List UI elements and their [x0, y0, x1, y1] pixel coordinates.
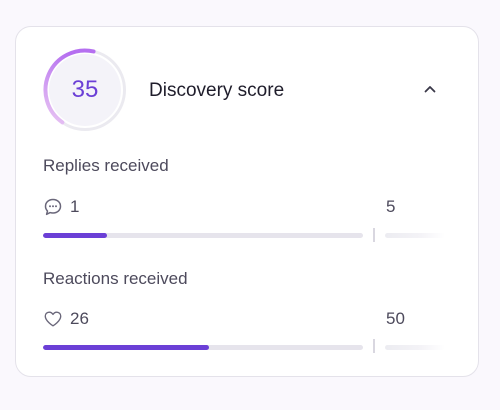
replies-next-tier-bar	[385, 233, 445, 238]
replies-progress-bar	[43, 233, 363, 238]
discovery-score-card: 35 Discovery score Replies received 1 5 …	[15, 26, 479, 377]
chevron-up-icon	[424, 86, 436, 93]
score-ring: 35	[43, 48, 127, 132]
replies-progress-fill	[43, 233, 107, 238]
replies-count-row: 1	[43, 196, 79, 218]
replies-target-marker	[373, 228, 375, 242]
heart-icon	[43, 309, 63, 329]
card-title: Discovery score	[149, 80, 285, 101]
reactions-target-marker	[373, 339, 375, 353]
chat-bubble-icon	[43, 197, 63, 217]
score-value: 35	[71, 76, 99, 103]
reactions-count: 26	[70, 309, 89, 328]
reactions-label: Reactions received	[43, 269, 188, 288]
reactions-progress-fill	[43, 345, 210, 350]
collapse-button[interactable]	[418, 77, 442, 101]
reactions-next-tier-bar	[385, 345, 445, 350]
reactions-target: 50	[386, 309, 405, 328]
replies-count: 1	[70, 197, 80, 216]
reactions-progress-bar	[43, 345, 363, 350]
replies-target: 5	[386, 197, 396, 216]
replies-label: Replies received	[43, 156, 169, 175]
reactions-count-row: 26	[43, 308, 89, 330]
